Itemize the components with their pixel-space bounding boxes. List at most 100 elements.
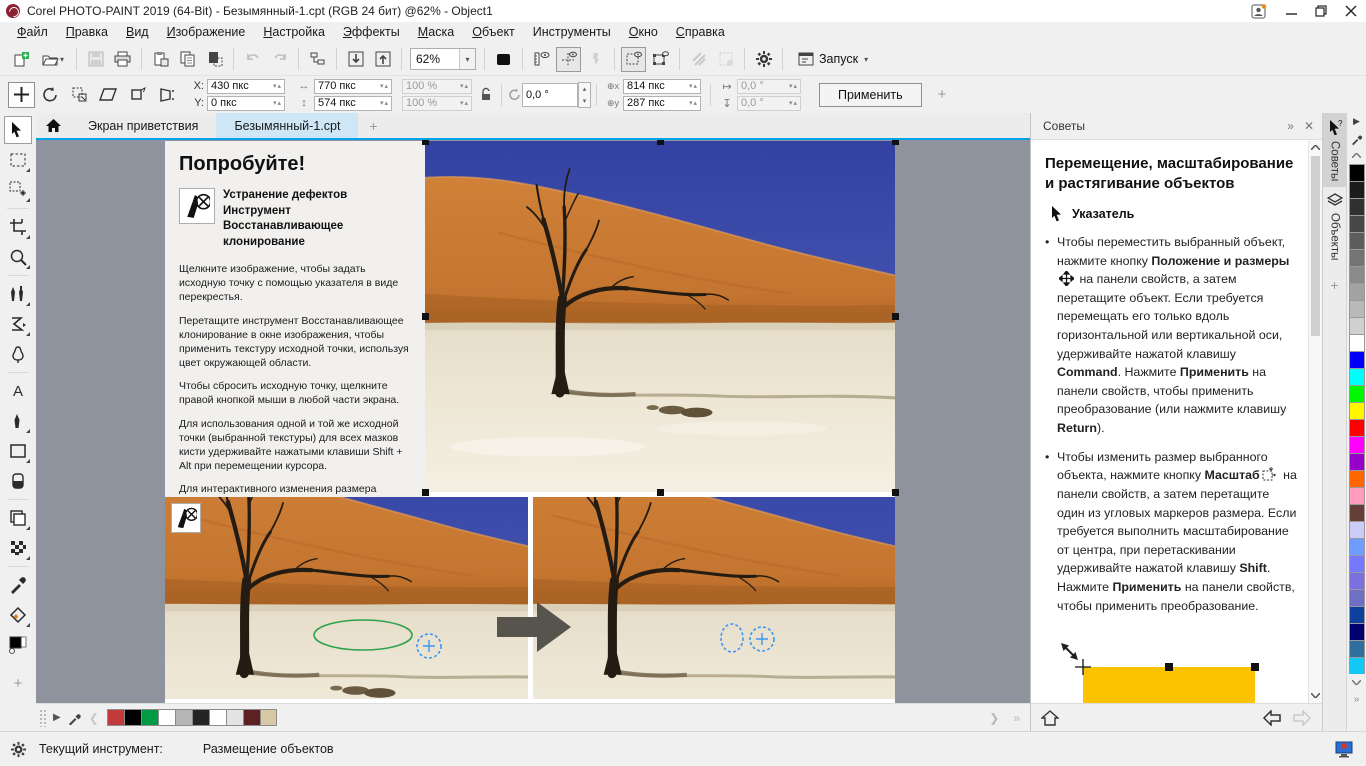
display-icon[interactable] bbox=[1334, 740, 1354, 758]
close-icon[interactable]: ✕ bbox=[1304, 119, 1314, 133]
color-swatch[interactable] bbox=[1349, 487, 1365, 504]
eraser-tool[interactable] bbox=[4, 467, 32, 495]
selection-handle[interactable] bbox=[422, 489, 429, 496]
scroll-down-icon[interactable] bbox=[1309, 688, 1322, 703]
menu-mask[interactable]: Маска bbox=[409, 22, 463, 43]
mask-marquee-icon[interactable] bbox=[621, 47, 646, 72]
scale-x-field[interactable]: 100 %▾▴ bbox=[402, 79, 472, 94]
tab-objects[interactable]: Объекты bbox=[1323, 187, 1347, 266]
open-icon[interactable]: ▾ bbox=[36, 47, 70, 72]
palette-more-icon[interactable]: » bbox=[1354, 694, 1360, 705]
selection-handle[interactable] bbox=[422, 313, 429, 320]
tab-hints[interactable]: ? Советы bbox=[1323, 113, 1347, 187]
new-tab-icon[interactable]: + bbox=[358, 113, 388, 138]
rulers-icon[interactable] bbox=[529, 47, 554, 72]
grid-icon[interactable] bbox=[686, 47, 711, 72]
color-swatch[interactable] bbox=[1349, 215, 1365, 232]
forward-arrow-icon[interactable] bbox=[1292, 710, 1312, 726]
redo-icon[interactable] bbox=[267, 47, 292, 72]
tab-document[interactable]: Безымянный-1.cpt bbox=[216, 113, 358, 138]
center-x-field[interactable]: 814 пкс▾▴ bbox=[623, 79, 701, 94]
transform-overlay-icon[interactable] bbox=[648, 47, 673, 72]
scroll-left-icon[interactable]: ❮ bbox=[89, 711, 99, 725]
color-swatch[interactable] bbox=[1349, 521, 1365, 538]
y-position-field[interactable]: 0 пкс▾▴ bbox=[207, 96, 285, 111]
object-transparency-tool[interactable] bbox=[4, 504, 32, 532]
scroll-right-icon[interactable]: ❯ bbox=[989, 711, 999, 725]
selection-handle[interactable] bbox=[422, 140, 429, 145]
clone-tool[interactable] bbox=[4, 280, 32, 308]
home-icon[interactable] bbox=[36, 113, 70, 138]
skew-h-field[interactable]: 0,0 °▾▴ bbox=[737, 79, 801, 94]
minimize-button[interactable] bbox=[1276, 0, 1306, 22]
color-swatch[interactable] bbox=[1349, 470, 1365, 487]
add-docker-icon[interactable]: + bbox=[1330, 277, 1338, 293]
zoom-level-combo[interactable]: 62% ▾ bbox=[410, 48, 476, 70]
color-swatch[interactable] bbox=[1349, 436, 1365, 453]
color-swatch[interactable] bbox=[209, 709, 226, 726]
eyedropper-icon[interactable] bbox=[1351, 130, 1363, 147]
color-swatch[interactable] bbox=[226, 709, 243, 726]
pick-tool[interactable] bbox=[4, 116, 32, 144]
launch-button[interactable]: Запуск ▾ bbox=[792, 50, 874, 68]
clear-mask-icon[interactable] bbox=[713, 47, 738, 72]
color-swatch[interactable] bbox=[1349, 402, 1365, 419]
scroll-down-icon[interactable] bbox=[1352, 674, 1361, 691]
zoom-tool[interactable] bbox=[4, 243, 32, 271]
color-swatch[interactable] bbox=[175, 709, 192, 726]
object-manager-icon[interactable] bbox=[305, 47, 330, 72]
spinner-icon[interactable]: ▾▴ bbox=[689, 82, 700, 90]
flyout-arrow-icon[interactable]: ▶ bbox=[53, 712, 61, 723]
guidelines-icon[interactable] bbox=[556, 47, 581, 72]
account-icon[interactable] bbox=[1242, 0, 1276, 22]
fill-tool[interactable] bbox=[4, 601, 32, 629]
color-swatch[interactable] bbox=[243, 709, 260, 726]
close-button[interactable] bbox=[1336, 0, 1366, 22]
color-swatch[interactable] bbox=[1349, 249, 1365, 266]
new-icon[interactable] bbox=[9, 47, 34, 72]
scroll-up-icon[interactable] bbox=[1352, 147, 1361, 164]
text-tool[interactable]: А bbox=[4, 377, 32, 405]
color-swatch[interactable] bbox=[1349, 300, 1365, 317]
color-swatch[interactable] bbox=[1349, 657, 1365, 674]
menu-edit[interactable]: Правка bbox=[57, 22, 117, 43]
eyedropper-tool[interactable] bbox=[4, 571, 32, 599]
color-swatch[interactable] bbox=[1349, 419, 1365, 436]
menu-adjust[interactable]: Настройка bbox=[254, 22, 334, 43]
selected-photo-object[interactable] bbox=[425, 141, 895, 492]
lasso-tool[interactable] bbox=[4, 340, 32, 368]
chevron-down-icon[interactable]: ▾ bbox=[459, 49, 475, 69]
add-control-icon[interactable]: + bbox=[938, 86, 947, 103]
gear-icon[interactable] bbox=[10, 741, 27, 758]
docker-scrollbar[interactable] bbox=[1308, 140, 1322, 703]
menu-image[interactable]: Изображение bbox=[158, 22, 255, 43]
import-icon[interactable] bbox=[343, 47, 368, 72]
restore-button[interactable] bbox=[1306, 0, 1336, 22]
position-size-icon[interactable] bbox=[8, 82, 35, 108]
spinner-icon[interactable]: ▾▴ bbox=[273, 82, 284, 90]
full-screen-preview-icon[interactable] bbox=[491, 47, 516, 72]
menu-file[interactable]: Файл bbox=[8, 22, 57, 43]
x-position-field[interactable]: 430 пкс▾▴ bbox=[207, 79, 285, 94]
save-icon[interactable] bbox=[83, 47, 108, 72]
skew-icon[interactable] bbox=[95, 82, 122, 108]
color-swatch[interactable] bbox=[1349, 368, 1365, 385]
color-swatch[interactable] bbox=[1349, 453, 1365, 470]
spinner-icon[interactable]: ▾▴ bbox=[689, 99, 700, 107]
eyedropper-icon[interactable] bbox=[68, 711, 82, 725]
lock-ratio-icon[interactable] bbox=[480, 87, 492, 102]
color-swatch[interactable] bbox=[1349, 334, 1365, 351]
color-swatch[interactable] bbox=[1349, 538, 1365, 555]
color-swatch[interactable] bbox=[1349, 640, 1365, 657]
color-swatch[interactable] bbox=[1349, 589, 1365, 606]
tab-welcome-screen[interactable]: Экран приветствия bbox=[70, 113, 216, 138]
selection-handle[interactable] bbox=[892, 489, 899, 496]
mask-transform-tool[interactable] bbox=[4, 176, 32, 204]
color-swatch[interactable] bbox=[1349, 164, 1365, 181]
spinner-icon[interactable]: ▾▴ bbox=[380, 99, 391, 107]
distort-icon[interactable] bbox=[124, 82, 151, 108]
print-icon[interactable] bbox=[110, 47, 135, 72]
color-swatch[interactable] bbox=[192, 709, 209, 726]
selection-handle[interactable] bbox=[892, 140, 899, 145]
menu-help[interactable]: Справка bbox=[667, 22, 734, 43]
